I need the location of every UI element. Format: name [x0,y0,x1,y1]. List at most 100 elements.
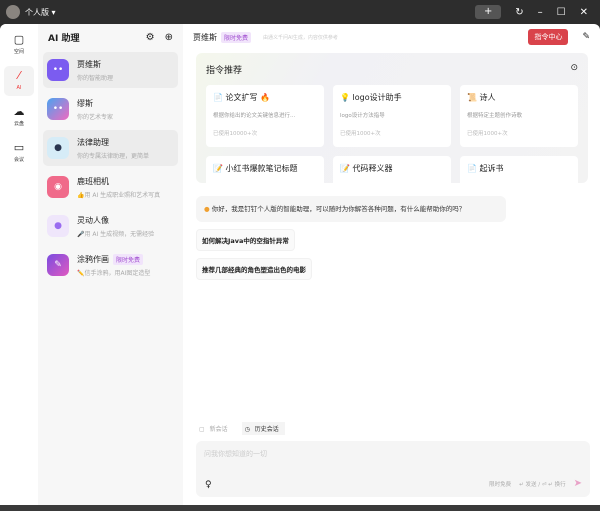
card-icon: 📄 [213,93,223,102]
assistant-name: 灵动人像 [77,215,109,225]
assistant-name: 贾维斯 [77,59,101,69]
add-circle-icon[interactable]: ⊕ [165,32,173,43]
edit-icon[interactable]: ✎ [582,32,590,42]
card-title: 诗人 [479,93,496,102]
video-icon: ▭ [13,141,25,154]
card-desc: 根据特定主题创作诗歌 [467,113,523,119]
assistant-name: 缪斯 [77,98,93,108]
nav-label: 空间 [13,49,24,55]
assistant-name: 法律助理 [77,137,109,147]
card-icon: 📄 [467,164,477,173]
chat-title: 贾维斯 [193,32,217,42]
nav-meeting[interactable]: ▭ 会议 [4,138,34,168]
new-session-button[interactable]: ▢ 新会话 [196,422,234,435]
assistant-item[interactable]: ◉ 鹿班相机 👍用 AI 生成职业照和艺术写真 [43,169,178,205]
chat-subtitle: 由通义千问AI生成，内容仅供参考 [263,34,338,41]
avatar[interactable] [6,5,20,19]
title-bar: 个人版 ▾ + ↻ – ☐ ✕ [0,0,600,24]
card-title: 代码释义器 [352,164,393,173]
close-icon[interactable]: ✕ [580,7,588,18]
command-card[interactable]: 📝 小红书爆款笔记标题 [206,156,324,183]
card-usage: 已使用1000+次 [340,131,381,137]
suggestion-chip[interactable]: 推荐几部经典的角色塑造出色的电影 [196,258,312,280]
nav-space[interactable]: ▢ 空间 [4,30,34,60]
assistant-desc: 👍用 AI 生成职业照和艺术写真 [77,191,161,199]
cloud-icon: ☁ [13,105,25,118]
assistant-name: 鹿班相机 [77,176,109,186]
version-label: 个人版 [25,7,49,17]
nav-label: 云盘 [13,121,24,127]
portrait-icon: ● [47,215,69,237]
section-title: 指令推荐 [206,66,243,76]
gear-icon[interactable]: ⚙ [146,32,155,43]
card-title: 小红书爆款笔记标题 [225,164,298,173]
minimize-icon[interactable]: – [538,7,543,18]
command-card[interactable]: 📄 起诉书 [460,156,578,183]
input-placeholder: 问我你想知道的一切 [204,450,267,458]
assistant-item[interactable]: ● 灵动人像 🎤用 AI 生成视频，无需经验 [43,208,178,244]
message-input[interactable]: 问我你想知道的一切 ♀ 限时免费 ↵ 发送 / ⏎ ↵ 换行 ➤ [196,441,590,497]
send-icon[interactable]: ➤ [574,478,582,489]
refresh-icon[interactable]: ↻ [515,7,523,18]
taskbar [0,505,600,511]
nav-label: AI [16,85,22,91]
send-hint: ↵ 发送 / ⏎ ↵ 换行 [519,481,566,488]
command-card[interactable]: 📜 诗人根据特定主题创作诗歌 已使用1000+次 [460,85,578,147]
assistant-item[interactable]: •• 贾维斯你的智能助理 [43,52,178,88]
palette-icon: •• [47,98,69,120]
chat-panel: 贾维斯 限时免费 由通义千问AI生成，内容仅供参考 指令中心 ✎ 指令推荐 ⊙ 📄… [183,24,600,505]
nav-ai[interactable]: ⁄ AI [4,66,34,96]
card-desc: logo设计方法指导 [340,113,385,119]
greeting-message: ● 你好，我是钉钉个人版的智能助理，可以随时为你解答各种问题，有什么能帮助你的吗… [196,196,506,222]
greeting-text: 你好，我是钉钉个人版的智能助理，可以随时为你解答各种问题，有什么能帮助你的吗？ [211,205,466,213]
play-circle-icon[interactable]: ⊙ [570,63,578,76]
square-icon: ▢ [13,33,25,46]
assistant-desc: 你的艺术专家 [77,113,114,121]
assistant-item[interactable]: ● 法律助理你的专属法律助理，更简单 [43,130,178,166]
ai-icon: ⁄ [18,69,20,82]
command-card[interactable]: 📝 代码释义器 [333,156,451,183]
free-badge: 限时免费 [113,253,144,265]
history-label: 历史会话 [254,426,279,433]
assistant-desc: 你的智能助理 [77,74,114,82]
card-icon: 📜 [467,93,477,102]
maximize-icon[interactable]: ☐ [557,7,566,18]
brush-icon: ✎ [47,254,69,276]
assistant-list: AI 助理 ⚙ ⊕ •• 贾维斯你的智能助理 •• 缪斯你的艺术专家 ● 法律助理你的专… [38,24,183,505]
version-switcher[interactable]: 个人版 ▾ [25,7,56,18]
assistant-item[interactable]: ✎ 涂鸦作画 限时免费 ✏️信手涂鸦，用AI图定造型 [43,247,178,283]
history-button[interactable]: ◷ 历史会话 [241,422,285,435]
assistant-desc: 你的专属法律助理，更简单 [77,152,150,160]
camera-icon: ◉ [47,176,69,198]
card-icon: 💡 [340,93,350,102]
assistant-desc: ✏️信手涂鸦，用AI图定造型 [77,269,151,277]
plus-icon[interactable]: + [475,5,502,19]
assistant-item[interactable]: •• 缪斯你的艺术专家 [43,91,178,127]
assistant-name: 涂鸦作画 [77,254,109,264]
card-icon: 📝 [340,164,350,173]
free-label: 限时免费 [489,481,512,488]
nav-label: 会议 [13,157,24,163]
list-title: AI 助理 [48,33,80,44]
bot-avatar-icon: ● [204,205,210,213]
command-card[interactable]: 💡 logo设计助手 logo设计方法指导 已使用1000+次 [333,85,451,147]
card-title: 论文扩写 🔥 [225,93,271,102]
lightbulb-icon[interactable]: ♀ [205,480,212,490]
assistant-desc: 🎤用 AI 生成视频，无需经验 [77,230,155,238]
suggestion-chip[interactable]: 如何解决Java中的空指针异常 [196,229,295,251]
card-desc: 根据你给出的论文关键信息进行... [213,113,296,119]
card-usage: 已使用1000+次 [467,131,508,137]
nav-cloud[interactable]: ☁ 云盘 [4,102,34,132]
robot-icon: •• [47,59,69,81]
card-title: logo设计助手 [352,93,402,102]
card-title: 起诉书 [479,164,504,173]
command-card[interactable]: 📄 论文扩写 🔥 根据你给出的论文关键信息进行... 已使用10000+次 [206,85,324,147]
card-usage: 已使用10000+次 [213,131,258,137]
new-session-label: 新会话 [209,426,228,433]
side-nav: ▢ 空间 ⁄ AI ☁ 云盘 ▭ 会议 [0,24,38,505]
free-badge: 限时免费 [221,31,252,43]
card-icon: 📝 [213,164,223,173]
lawyer-icon: ● [47,137,69,159]
command-center-button[interactable]: 指令中心 [528,29,569,45]
command-recommendations: 指令推荐 ⊙ 📄 论文扩写 🔥 根据你给出的论文关键信息进行... 已使用10000+… [196,53,588,183]
